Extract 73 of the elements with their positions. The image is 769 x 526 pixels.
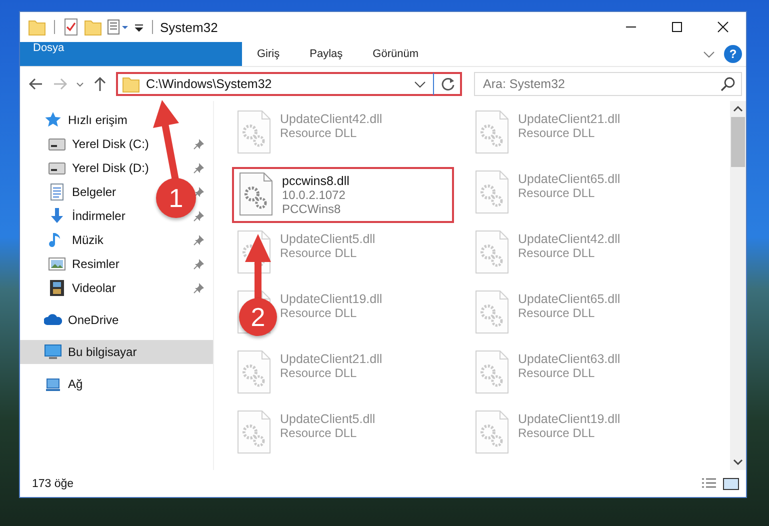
settings-file-icon: [236, 350, 272, 394]
file-description: Resource DLL: [280, 426, 357, 440]
checklist-icon[interactable]: [63, 18, 79, 36]
file-tile[interactable]: pccwins8.dll 10.0.2.1072 PCCWins8: [232, 167, 454, 223]
properties-icon[interactable]: [107, 18, 129, 36]
file-name: UpdateClient5.dll: [280, 412, 376, 426]
file-name: pccwins8.dll: [282, 174, 350, 188]
file-name: UpdateClient42.dll: [518, 232, 620, 246]
file-name: UpdateClient19.dll: [280, 292, 382, 306]
window-title: System32: [160, 20, 219, 34]
file-name: UpdateClient21.dll: [518, 112, 620, 126]
sidebar-item[interactable]: Ağ: [20, 372, 87, 396]
file-name: UpdateClient19.dll: [518, 412, 620, 426]
file-company: PCCWins8: [282, 202, 341, 216]
file-description: 10.0.2.1072: [282, 188, 346, 202]
download-icon: [48, 207, 66, 225]
file-description: Resource DLL: [518, 186, 595, 200]
address-bar[interactable]: C:\Windows\System32: [116, 72, 462, 96]
sidebar-item[interactable]: Hızlı erişim: [20, 108, 132, 132]
file-description: Resource DLL: [280, 306, 357, 320]
address-path: C:\Windows\System32: [146, 77, 273, 91]
sidebar-item[interactable]: Yerel Disk (D:): [20, 156, 153, 180]
file-description: Resource DLL: [518, 366, 595, 380]
refresh-icon[interactable]: [440, 76, 456, 92]
video-icon: [48, 279, 66, 297]
file-description: Resource DLL: [518, 306, 595, 320]
large-icons-view-icon[interactable]: [722, 476, 740, 492]
file-description: Resource DLL: [280, 366, 357, 380]
item-count: 173 öğe: [32, 478, 74, 490]
file-description: Resource DLL: [280, 126, 357, 140]
computer-icon: [44, 343, 62, 361]
file-name: UpdateClient21.dll: [280, 352, 382, 366]
scrollbar-thumb[interactable]: [731, 117, 745, 167]
settings-file-icon: [474, 350, 510, 394]
file-menu-tab[interactable]: Dosya: [20, 42, 242, 66]
sidebar-item[interactable]: Videolar: [20, 276, 120, 300]
help-button[interactable]: ?: [724, 45, 742, 63]
settings-file-icon: [474, 410, 510, 454]
picture-icon: [48, 255, 66, 273]
file-name: UpdateClient42.dll: [280, 112, 382, 126]
sidebar-item[interactable]: İndirmeler: [20, 204, 130, 228]
settings-file-icon: [474, 290, 510, 334]
file-name: UpdateClient65.dll: [518, 172, 620, 186]
sidebar-item[interactable]: Yerel Disk (C:): [20, 132, 153, 156]
settings-file-icon: [236, 110, 272, 154]
star-icon: [44, 111, 62, 129]
file-name: UpdateClient63.dll: [518, 352, 620, 366]
sidebar-item[interactable]: Resimler: [20, 252, 124, 276]
file-description: Resource DLL: [518, 426, 595, 440]
file-name: UpdateClient5.dll: [280, 232, 376, 246]
file-description: Resource DLL: [280, 246, 357, 260]
sidebar-item[interactable]: Belgeler: [20, 180, 120, 204]
file-description: Resource DLL: [518, 126, 595, 140]
settings-file-icon: [238, 172, 274, 216]
scroll-up-icon[interactable]: [733, 106, 743, 112]
sidebar-item[interactable]: OneDrive: [20, 308, 123, 332]
ribbon-tab[interactable]: Görünüm: [358, 42, 434, 66]
settings-file-icon: [236, 410, 272, 454]
file-description: Resource DLL: [518, 246, 595, 260]
scroll-down-icon[interactable]: [733, 459, 743, 465]
folder-icon: [122, 75, 140, 93]
settings-file-icon: [474, 170, 510, 214]
ribbon-tab[interactable]: Giriş: [242, 42, 295, 66]
settings-file-icon: [474, 230, 510, 274]
search-icon: [720, 76, 736, 92]
ribbon-tab[interactable]: Paylaş: [294, 42, 358, 66]
sidebar-item[interactable]: Bu bilgisayar: [20, 340, 213, 364]
file-name: UpdateClient65.dll: [518, 292, 620, 306]
sidebar-item[interactable]: Müzik: [20, 228, 108, 252]
settings-file-icon: [474, 110, 510, 154]
search-field[interactable]: Ara: System32: [474, 72, 742, 96]
vertical-scrollbar[interactable]: [730, 101, 746, 470]
document-icon: [48, 183, 66, 201]
